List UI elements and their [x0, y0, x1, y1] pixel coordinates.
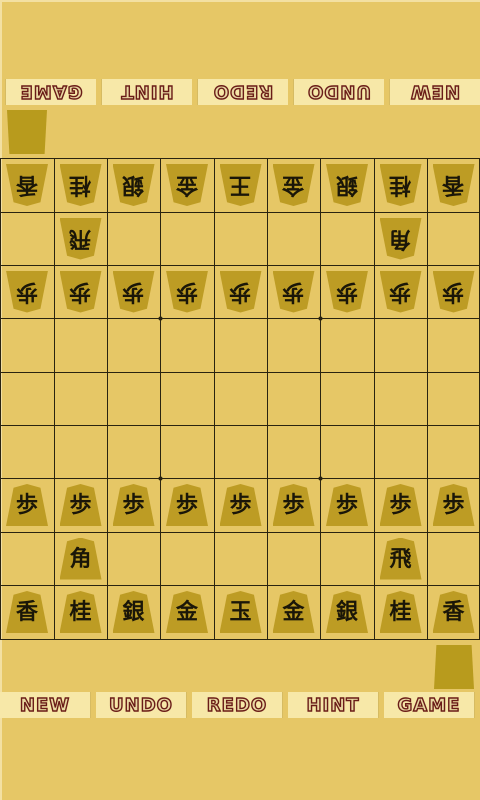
opponent-captured-pieces-stand[interactable] — [7, 110, 47, 154]
piece-label: 銀 — [122, 599, 145, 625]
sente-bishop-piece[interactable]: 角 — [59, 537, 102, 580]
opponent-hint-button[interactable]: HINT — [101, 79, 192, 105]
shogi-board[interactable]: 香桂銀金王金銀桂香飛角歩歩歩歩歩歩歩歩歩歩歩歩歩歩歩歩歩歩角飛香桂銀金玉金銀桂香 — [0, 158, 480, 640]
gote-pawn-piece[interactable]: 歩 — [6, 270, 48, 313]
sente-pawn-piece[interactable]: 歩 — [219, 484, 262, 526]
star-point — [158, 476, 163, 481]
gote-lance-piece[interactable]: 香 — [6, 164, 48, 206]
piece-label: 歩 — [335, 492, 358, 518]
piece-label: 歩 — [15, 278, 38, 305]
piece-label: 桂 — [69, 172, 92, 198]
sente-pawn-piece[interactable]: 歩 — [432, 484, 475, 526]
sente-pawn-piece[interactable]: 歩 — [166, 484, 208, 526]
piece-label: 角 — [69, 545, 92, 572]
gote-pawn-piece[interactable]: 歩 — [112, 270, 155, 313]
sente-lance-piece[interactable]: 香 — [432, 591, 475, 633]
gote-lance-piece[interactable]: 香 — [432, 164, 475, 206]
sente-pawn-piece[interactable]: 歩 — [326, 484, 368, 526]
piece-label: 銀 — [122, 172, 145, 198]
new-game-button[interactable]: NEW — [0, 692, 91, 718]
piece-label: 歩 — [282, 492, 305, 518]
gote-pawn-piece[interactable]: 歩 — [219, 270, 262, 313]
piece-label: 歩 — [442, 278, 465, 305]
sente-silver-piece[interactable]: 銀 — [326, 591, 368, 633]
piece-label: 金 — [175, 599, 198, 625]
player-toolbar: NEW UNDO REDO HINT GAME — [0, 692, 480, 718]
gote-gold-piece[interactable]: 金 — [166, 164, 208, 206]
piece-label: 桂 — [389, 172, 412, 198]
gote-pawn-piece[interactable]: 歩 — [432, 270, 475, 313]
piece-label: 香 — [15, 599, 38, 625]
piece-label: 歩 — [122, 492, 145, 518]
piece-label: 歩 — [442, 492, 465, 518]
piece-label: 金 — [175, 172, 198, 198]
piece-label: 玉 — [229, 599, 252, 625]
gote-pawn-piece[interactable]: 歩 — [166, 270, 208, 313]
gote-gold-piece[interactable]: 金 — [272, 164, 315, 206]
piece-label: 歩 — [175, 278, 198, 305]
sente-gold-piece[interactable]: 金 — [272, 591, 315, 633]
sente-rook-piece[interactable]: 飛 — [379, 537, 422, 580]
piece-label: 桂 — [69, 599, 92, 625]
piece-label: 歩 — [335, 278, 358, 305]
sente-pawn-piece[interactable]: 歩 — [272, 484, 315, 526]
opponent-game-button[interactable]: GAME — [5, 79, 96, 105]
sente-knight-piece[interactable]: 桂 — [379, 591, 422, 633]
sente-pawn-piece[interactable]: 歩 — [59, 484, 102, 526]
sente-lance-piece[interactable]: 香 — [6, 591, 48, 633]
star-point — [318, 316, 323, 321]
piece-label: 飛 — [69, 225, 92, 252]
sente-gold-piece[interactable]: 金 — [166, 591, 208, 633]
hint-button[interactable]: HINT — [288, 692, 379, 718]
star-point — [318, 476, 323, 481]
star-point — [158, 316, 163, 321]
piece-label: 桂 — [389, 599, 412, 625]
gote-pawn-piece[interactable]: 歩 — [59, 270, 102, 313]
sente-silver-piece[interactable]: 銀 — [112, 591, 155, 633]
piece-label: 歩 — [282, 278, 305, 305]
opponent-redo-button[interactable]: REDO — [197, 79, 288, 105]
piece-label: 歩 — [229, 278, 252, 305]
gote-pawn-piece[interactable]: 歩 — [272, 270, 315, 313]
piece-label: 銀 — [335, 599, 358, 625]
sente-pawn-piece[interactable]: 歩 — [379, 484, 422, 526]
opponent-toolbar: NEW UNDO REDO HINT GAME — [0, 79, 480, 105]
piece-label: 歩 — [229, 492, 252, 518]
piece-label: 香 — [442, 599, 465, 625]
piece-label: 金 — [282, 599, 305, 625]
piece-label: 歩 — [69, 492, 92, 518]
player-captured-pieces-stand[interactable] — [434, 645, 474, 689]
gote-knight-piece[interactable]: 桂 — [379, 164, 422, 206]
sente-knight-piece[interactable]: 桂 — [59, 591, 102, 633]
piece-label: 歩 — [69, 278, 92, 305]
gote-silver-piece[interactable]: 銀 — [112, 164, 155, 206]
piece-label: 歩 — [389, 492, 412, 518]
gote-king-piece[interactable]: 王 — [219, 164, 262, 206]
sente-pawn-piece[interactable]: 歩 — [112, 484, 155, 526]
piece-label: 歩 — [389, 278, 412, 305]
piece-label: 銀 — [335, 172, 358, 198]
gote-knight-piece[interactable]: 桂 — [59, 164, 102, 206]
gote-rook-piece[interactable]: 飛 — [59, 217, 102, 260]
gote-pawn-piece[interactable]: 歩 — [326, 270, 368, 313]
piece-label: 香 — [442, 172, 465, 198]
sente-pawn-piece[interactable]: 歩 — [6, 484, 48, 526]
piece-label: 金 — [282, 172, 305, 198]
piece-label: 香 — [15, 172, 38, 198]
opponent-new-button[interactable]: NEW — [389, 79, 480, 105]
opponent-undo-button[interactable]: UNDO — [293, 79, 384, 105]
piece-label: 歩 — [122, 278, 145, 305]
piece-label: 王 — [229, 172, 252, 198]
piece-label: 歩 — [175, 492, 198, 518]
piece-label: 飛 — [389, 545, 412, 572]
gote-silver-piece[interactable]: 銀 — [326, 164, 368, 206]
sente-king-piece[interactable]: 玉 — [219, 591, 262, 633]
gote-pawn-piece[interactable]: 歩 — [379, 270, 422, 313]
gote-bishop-piece[interactable]: 角 — [379, 217, 422, 260]
game-menu-button[interactable]: GAME — [384, 692, 475, 718]
piece-label: 角 — [389, 225, 412, 252]
piece-label: 歩 — [15, 492, 38, 518]
undo-button[interactable]: UNDO — [96, 692, 187, 718]
redo-button[interactable]: REDO — [192, 692, 283, 718]
